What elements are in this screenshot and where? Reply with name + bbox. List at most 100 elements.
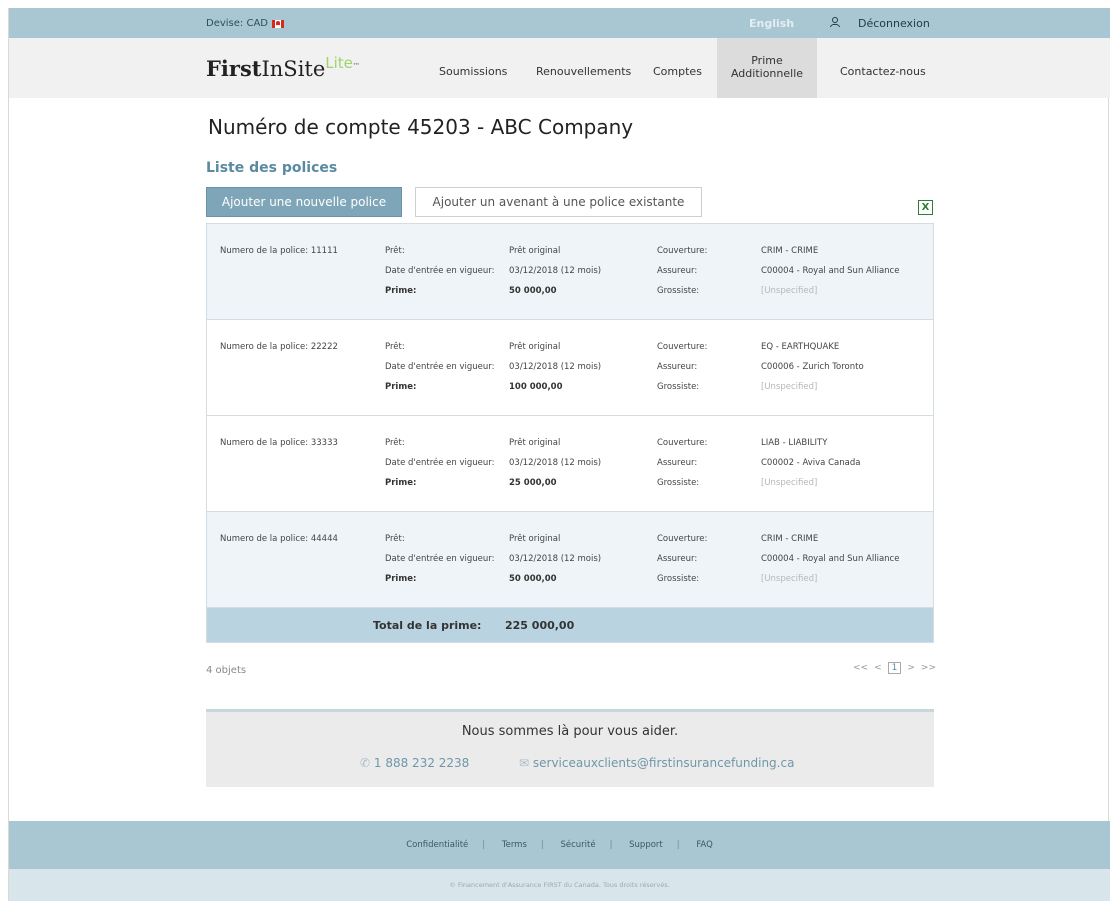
footer-separator: | [676, 840, 680, 850]
footer-link-security[interactable]: Sécurité [560, 840, 595, 850]
footer-link-terms[interactable]: Terms [502, 840, 527, 850]
loan-value: Prêt original [509, 246, 561, 256]
wholesaler-label: Grossiste: [657, 286, 700, 296]
wholesaler-label: Grossiste: [657, 478, 700, 488]
premium-label: Prime: [385, 574, 417, 584]
phone-icon: ✆ [360, 756, 371, 770]
coverage-label: Couverture: [657, 342, 708, 352]
logo[interactable]: FirstInSiteLite™ [206, 54, 360, 81]
policy-number: Numero de la police: 11111 [220, 246, 338, 256]
pagination: << < 1 > >> [853, 662, 936, 674]
loan-value: Prêt original [509, 534, 561, 544]
coverage-value: LIAB - LIABILITY [761, 438, 828, 448]
logo-tm: ™ [352, 62, 360, 70]
canada-flag-icon [271, 19, 284, 28]
insurer-label: Assureur: [657, 458, 698, 468]
nav-submissions[interactable]: Soumissions [439, 65, 507, 78]
table-row[interactable]: Numero de la police: 11111 Prêt: Date d'… [207, 224, 933, 320]
nav-contact[interactable]: Contactez-nous [840, 65, 926, 78]
coverage-label: Couverture: [657, 534, 708, 544]
loan-value: Prêt original [509, 342, 561, 352]
coverage-label: Couverture: [657, 246, 708, 256]
table-row[interactable]: Numero de la police: 33333 Prêt: Date d'… [207, 416, 933, 512]
help-phone[interactable]: ✆ 1 888 232 2238 [360, 756, 469, 770]
copyright: © Financement d'Assurance FIRST du Canad… [9, 869, 1110, 901]
help-title: Nous sommes là pour vous aider. [461, 724, 679, 739]
premium-value: 100 000,00 [509, 382, 563, 392]
nav-renewals[interactable]: Renouvellements [536, 65, 631, 78]
coverage-label: Couverture: [657, 438, 708, 448]
nav-accounts[interactable]: Comptes [653, 65, 702, 78]
footer-separator: | [540, 840, 544, 850]
loan-label: Prêt: [385, 246, 405, 256]
total-row: Total de la prime: 225 000,00 [207, 608, 933, 642]
coverage-value: CRIM - CRIME [761, 246, 819, 256]
next-page-button[interactable]: > [907, 663, 915, 673]
effective-date-value: 03/12/2018 (12 mois) [509, 266, 602, 276]
add-policy-button[interactable]: Ajouter une nouvelle police [206, 187, 402, 217]
premium-value: 25 000,00 [509, 478, 557, 488]
current-page[interactable]: 1 [887, 662, 902, 674]
policy-number: Numero de la police: 44444 [220, 534, 338, 544]
nav-additional-premium[interactable]: Prime Additionnelle [717, 38, 817, 98]
user-icon [830, 17, 840, 28]
premium-value: 50 000,00 [509, 574, 557, 584]
effective-date-value: 03/12/2018 (12 mois) [509, 362, 602, 372]
header: FirstInSiteLite™ Soumissions Renouvellem… [9, 38, 1110, 98]
footer: Confidentialité | Terms | Sécurité | Suppor… [9, 821, 1110, 869]
effective-date-label: Date d'entrée en vigueur: [385, 362, 495, 372]
wholesaler-label: Grossiste: [657, 382, 700, 392]
wholesaler-value: [Unspecified] [761, 382, 818, 392]
wholesaler-label: Grossiste: [657, 574, 700, 584]
effective-date-value: 03/12/2018 (12 mois) [509, 554, 602, 564]
add-endorsement-button[interactable]: Ajouter un avenant à une police existant… [415, 187, 702, 217]
logo-insite: InSite [261, 57, 326, 81]
policy-number: Numero de la police: 22222 [220, 342, 338, 352]
email-address: serviceauxclients@firstinsurancefunding.… [532, 756, 795, 770]
section-title: Liste des polices [206, 160, 338, 176]
footer-link-privacy[interactable]: Confidentialité [406, 840, 468, 850]
last-page-button[interactable]: >> [921, 663, 936, 673]
page-title: Numéro de compte 45203 - ABC Company [208, 115, 634, 139]
help-email[interactable]: ✉ serviceauxclients@firstinsurancefundin… [519, 756, 794, 770]
footer-links: Confidentialité | Terms | Sécurité | Suppor… [9, 840, 1110, 850]
mail-icon: ✉ [519, 756, 530, 770]
logout-link[interactable]: Déconnexion [858, 17, 930, 30]
effective-date-label: Date d'entrée en vigueur: [385, 266, 495, 276]
nav-additional-premium-line2: Additionnelle [730, 67, 804, 80]
currency-label: Devise: CAD [206, 18, 268, 29]
premium-label: Prime: [385, 382, 417, 392]
premium-label: Prime: [385, 478, 417, 488]
total-label: Total de la prime: [373, 619, 482, 632]
currency-indicator: Devise: CAD [206, 18, 284, 29]
footer-separator: | [609, 840, 613, 850]
insurer-value: C00004 - Royal and Sun Alliance [761, 554, 900, 564]
logo-first: First [206, 56, 262, 81]
policy-table: Numero de la police: 11111 Prêt: Date d'… [206, 223, 934, 643]
page-frame: Devise: CAD English Déconnexion FirstInS… [8, 8, 1110, 901]
insurer-value: C00006 - Zurich Toronto [761, 362, 864, 372]
insurer-label: Assureur: [657, 554, 698, 564]
footer-link-faq[interactable]: FAQ [696, 840, 712, 850]
prev-page-button[interactable]: < [874, 663, 882, 673]
language-link[interactable]: English [749, 17, 794, 30]
coverage-value: EQ - EARTHQUAKE [761, 342, 840, 352]
nav-additional-premium-line1: Prime [751, 54, 783, 67]
coverage-value: CRIM - CRIME [761, 534, 819, 544]
item-count: 4 objets [206, 665, 247, 676]
loan-label: Prêt: [385, 534, 405, 544]
excel-export-icon[interactable]: X [918, 200, 933, 215]
insurer-value: C00002 - Aviva Canada [761, 458, 861, 468]
footer-link-support[interactable]: Support [629, 840, 663, 850]
loan-label: Prêt: [385, 342, 405, 352]
table-row[interactable]: Numero de la police: 22222 Prêt: Date d'… [207, 320, 933, 416]
premium-label: Prime: [385, 286, 417, 296]
insurer-value: C00004 - Royal and Sun Alliance [761, 266, 900, 276]
first-page-button[interactable]: << [853, 663, 868, 673]
effective-date-value: 03/12/2018 (12 mois) [509, 458, 602, 468]
table-row[interactable]: Numero de la police: 44444 Prêt: Date d'… [207, 512, 933, 608]
loan-label: Prêt: [385, 438, 405, 448]
effective-date-label: Date d'entrée en vigueur: [385, 554, 495, 564]
phone-number: 1 888 232 2238 [373, 756, 470, 770]
top-bar: Devise: CAD English Déconnexion [9, 8, 1110, 38]
